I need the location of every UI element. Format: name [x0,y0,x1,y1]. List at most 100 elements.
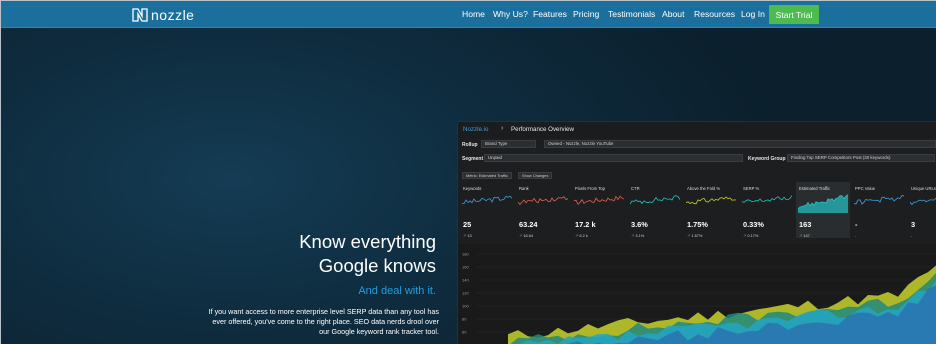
y-tick-label: 80 [462,317,467,322]
rollup-select[interactable]: Brand Type [481,140,536,148]
dashboard-preview: Nozzle.io › Performance Overview Rollup … [457,121,936,344]
trend-up-icon: ↗ [463,233,468,238]
top-navbar: nozzle Home Why Us? Features Pricing Tes… [1,1,936,28]
metric-name: PPC Value [855,186,876,191]
trend-up-icon: ↗ [631,233,636,238]
traffic-chart: 180160140120100806040 [458,244,936,344]
nav-about[interactable]: About [662,9,684,19]
sparkline [854,194,904,205]
sparkline-line [518,196,568,206]
sparkline [742,195,792,203]
metric-name: CTR [631,186,640,191]
metric-name: Keywords [463,186,482,191]
rollup-detail-select[interactable]: Owned - Nozzle, Nozzle YouTube [544,140,936,148]
y-tick-label: 180 [462,252,469,257]
sparkline [574,195,624,205]
nav-testimonials[interactable]: Testimonials [608,9,655,19]
dashboard-header: Nozzle.io › Performance Overview [458,122,936,138]
y-tick-label: 160 [462,265,469,270]
y-tick-label: 60 [462,330,467,335]
nav-home[interactable]: Home [462,9,485,19]
nozzle-logo-icon [132,7,148,22]
metric-card[interactable]: Rank 63.24 ↗ 16.64 [516,182,570,238]
metric-chip[interactable]: Metric: Estimated Traffic [462,172,512,179]
sparkline [910,197,936,206]
nozzle-logo[interactable]: nozzle [132,6,194,23]
keyword-group-select[interactable]: Finding Top SERP Competitors Post (30 ke… [787,154,935,162]
rollup-label: Rollup [462,142,478,148]
metric-card[interactable]: Keywords 25 ↗ 13 [460,182,514,238]
metric-delta: - [855,233,857,238]
metric-card[interactable]: CTR 3.6% ↗ 3.1% [628,182,682,238]
y-tick-label: 120 [462,291,469,296]
sparkline [686,196,736,205]
metric-name: Estimated Traffic [799,186,831,191]
metric-card[interactable]: Above the Fold % 1.75% ↗ 1.67% [684,182,738,238]
metric-name: Above the Fold % [687,186,721,191]
brand-name: nozzle [151,6,195,23]
y-tick-label: 140 [462,278,469,283]
segment-select[interactable]: Unpaid [484,154,743,162]
metric-delta: ↗ 1.67% [687,233,703,238]
nav-features[interactable]: Features [533,9,567,19]
hero-body-text: If you want access to more enterprise le… [208,307,439,336]
metric-card[interactable]: PPC Value - - [852,182,906,238]
metric-value: 1.75% [687,220,708,229]
metric-name: Rank [519,186,529,191]
traffic-chart-svg: 180160140120100806040 [462,252,936,344]
nav-log-in[interactable]: Log In [741,9,765,19]
keyword-group-label: Keyword Group [748,156,786,162]
sparkline [518,196,568,206]
breadcrumb-page: Performance Overview [511,126,574,133]
breadcrumb-root[interactable]: Nozzle.io [463,126,488,133]
metric-name: Pixels From Top [575,186,605,191]
metric-value: 25 [463,220,472,229]
metric-value: 0.33% [743,220,764,229]
metric-name: SERP % [743,186,760,191]
sparkline-line [686,196,736,205]
trend-up-icon: ↗ [743,233,748,238]
nav-pricing[interactable]: Pricing [573,9,599,19]
show-changes-toggle[interactable]: Show Changes [518,172,553,179]
sparkline-line [574,195,624,205]
trend-up-icon: ↗ [799,233,804,238]
nav-why-us[interactable]: Why Us? [493,9,528,19]
metric-delta: - [911,233,913,238]
trend-up-icon: ↗ [519,233,524,238]
metric-value: - [855,220,858,229]
sparkline-line [462,195,512,205]
metric-delta: ↗ 3.1% [631,233,645,238]
hero-headline: Know everything Google knows [299,230,436,278]
metric-value: 63.24 [519,220,538,229]
trend-up-icon: ↗ [687,233,692,238]
sparkline-line [630,195,680,205]
metric-card[interactable]: Unique URLs 3 - [908,182,936,238]
sparkline [462,195,512,205]
start-trial-button[interactable]: Start Trial [769,5,819,24]
metric-value: 17.2 k [575,220,596,229]
sparkline-line [742,195,792,203]
segment-label: Segment [462,156,484,162]
metric-name: Unique URLs [911,186,936,191]
metric-delta: ↗ 13 [463,233,472,238]
metric-card[interactable]: Estimated Traffic 163 ↗ 147 [796,182,850,238]
sparkline [798,194,848,213]
metric-card[interactable]: Pixels From Top 17.2 k ↗ 6.2 k [572,182,626,238]
trend-up-icon: ↗ [575,233,580,238]
sparkline [630,195,680,205]
sparkline-line [910,197,936,206]
breadcrumb-separator: › [501,125,504,132]
sparkline-line [854,194,904,205]
nav-resources[interactable]: Resources [694,9,735,19]
metric-delta: ↗ 6.2 k [575,233,588,238]
metric-value: 163 [799,220,812,229]
headline-line-1: Know everything [299,231,436,252]
metric-card[interactable]: SERP % 0.33% ↗ 0.17% [740,182,794,238]
metric-delta: ↗ 147 [799,233,810,238]
metric-delta: ↗ 16.64 [519,233,534,238]
hero-subhead: And deal with it. [358,285,436,297]
headline-line-2: Google knows [318,255,436,276]
sparkline-area [798,194,848,213]
metric-value: 3.6% [631,220,648,229]
y-tick-label: 100 [462,304,469,309]
